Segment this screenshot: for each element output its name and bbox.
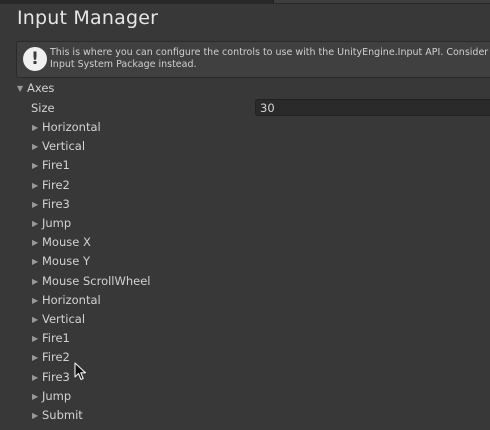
collapsed-arrow-icon: ▶ <box>32 161 39 171</box>
axes-label: Axes <box>27 81 55 95</box>
help-text-line-1: This is where you can configure the cont… <box>50 47 490 58</box>
collapsed-arrow-icon: ▶ <box>32 257 39 267</box>
axis-item-label: Mouse ScrollWheel <box>42 273 151 288</box>
axis-item-label: Fire1 <box>42 331 70 346</box>
collapsed-arrow-icon: ▶ <box>32 219 39 228</box>
axis-item[interactable]: ▶ Vertical <box>32 310 85 329</box>
axis-item[interactable]: ▶ Fire3 <box>32 195 70 214</box>
page-title: Input Manager <box>17 7 159 29</box>
size-input[interactable]: 30 <box>255 99 490 116</box>
axis-item-label: Jump <box>42 216 72 230</box>
collapsed-arrow-icon: ▶ <box>32 411 39 420</box>
collapsed-arrow-icon: ▶ <box>32 238 39 248</box>
collapsed-arrow-icon: ▶ <box>32 123 39 132</box>
collapsed-arrow-icon: ▶ <box>32 372 39 382</box>
collapsed-arrow-icon: ▶ <box>32 276 39 286</box>
axis-item-label: Jump <box>42 388 72 403</box>
help-text: This is where you can configure the cont… <box>50 47 490 70</box>
axis-item[interactable]: ▶ Mouse Y <box>32 252 90 271</box>
collapsed-arrow-icon: ▶ <box>32 199 39 209</box>
axis-item-label: Vertical <box>42 312 86 326</box>
top-toolbar <box>0 0 490 4</box>
size-label: Size <box>31 101 55 115</box>
collapsed-arrow-icon: ▶ <box>32 315 39 324</box>
warning-icon: ! <box>23 47 47 71</box>
axis-item[interactable]: ▶ Vertical <box>32 137 85 156</box>
collapsed-arrow-icon: ▶ <box>32 295 39 305</box>
axis-item-label: Mouse X <box>42 235 91 250</box>
collapsed-arrow-icon: ▶ <box>32 180 39 190</box>
axis-item[interactable]: ▶ Jump <box>32 387 71 406</box>
axis-item-label: Submit <box>42 408 83 422</box>
axes-foldout[interactable]: ▼ Axes <box>17 79 54 98</box>
axis-item[interactable]: ▶ Horizontal <box>32 291 101 310</box>
axis-item-label: Fire3 <box>42 196 70 211</box>
axis-item[interactable]: ▶ Fire1 <box>32 329 70 348</box>
axis-item-label: Horizontal <box>42 120 101 134</box>
axis-item[interactable]: ▶ Mouse ScrollWheel <box>32 272 151 291</box>
collapsed-arrow-icon: ▶ <box>32 142 39 152</box>
axis-item-label: Vertical <box>42 139 86 154</box>
axis-item-label: Fire1 <box>42 158 70 173</box>
axis-item[interactable]: ▶ Horizontal <box>32 118 101 137</box>
axis-item-label: Mouse Y <box>42 254 90 269</box>
help-box: ! This is where you can configure the co… <box>16 41 490 78</box>
axis-item-label: Fire2 <box>42 350 70 365</box>
axis-item[interactable]: ▶ Fire2 <box>32 348 70 367</box>
axis-item[interactable]: ▶ Fire2 <box>32 176 70 195</box>
collapsed-arrow-icon: ▶ <box>32 391 39 401</box>
axis-item[interactable]: ▶ Fire1 <box>32 156 70 175</box>
collapsed-arrow-icon: ▶ <box>32 334 39 344</box>
expanded-arrow-icon: ▼ <box>17 84 24 93</box>
mouse-cursor-icon <box>74 362 87 381</box>
collapsed-arrow-icon: ▶ <box>32 353 39 363</box>
axis-item[interactable]: ▶ Fire3 <box>32 368 70 387</box>
help-text-line-2: Input System Package instead. <box>50 58 197 70</box>
axis-item[interactable]: ▶ Jump <box>32 214 71 233</box>
axis-item-label: Fire3 <box>42 369 70 384</box>
search-field[interactable] <box>273 0 490 3</box>
axis-item[interactable]: ▶ Submit <box>32 406 83 425</box>
axis-item-label: Fire2 <box>42 177 70 192</box>
axis-item[interactable]: ▶ Mouse X <box>32 233 91 252</box>
axis-item-label: Horizontal <box>42 292 101 307</box>
